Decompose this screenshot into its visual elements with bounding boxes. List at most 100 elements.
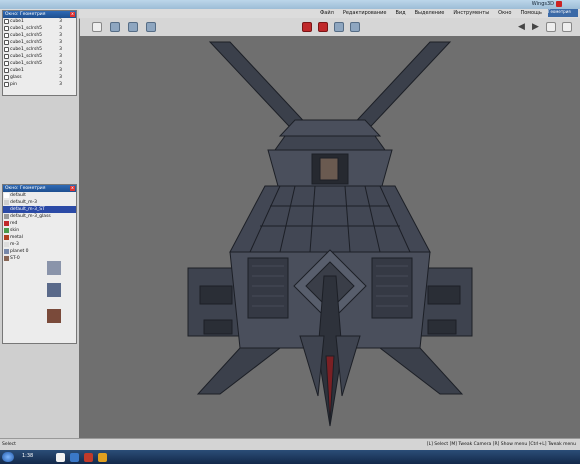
outliner-item[interactable]: pin 3 bbox=[3, 81, 76, 88]
menu-select[interactable]: Выделение bbox=[415, 10, 445, 16]
texture-thumbnail[interactable] bbox=[47, 261, 61, 275]
select-vertex-button[interactable] bbox=[92, 22, 102, 32]
outliner-item-count: 3 bbox=[59, 68, 62, 73]
taskbar-app-icon[interactable] bbox=[56, 453, 65, 462]
material-item[interactable]: default_m-3_ST bbox=[3, 206, 76, 213]
menu-help[interactable]: Помощь bbox=[520, 10, 541, 16]
outliner-item-label: cube1_sclrsh5 bbox=[10, 54, 43, 59]
select-edge-button[interactable] bbox=[110, 22, 120, 32]
materials-title: Окно: Геометрия bbox=[5, 186, 46, 191]
menu-file[interactable]: Файл bbox=[320, 10, 334, 16]
menu-tools[interactable]: Инструменты bbox=[453, 10, 489, 16]
window-title: Wings3D bbox=[531, 1, 554, 7]
outliner-item-count: 3 bbox=[59, 40, 62, 45]
left-panel: Окно: Геометрия x cube1 3 cube1_sclrsh5 3 cub… bbox=[0, 10, 79, 438]
material-item[interactable]: m-3 bbox=[3, 241, 76, 248]
zoom-button[interactable] bbox=[562, 22, 572, 32]
material-swatch bbox=[4, 256, 9, 261]
material-swatch bbox=[4, 193, 9, 198]
axes-button[interactable] bbox=[350, 22, 360, 32]
clock: 1:38 bbox=[22, 453, 34, 459]
outliner-item-count: 3 bbox=[59, 61, 62, 66]
material-item-label: default_m-3_ST bbox=[10, 207, 45, 212]
camera-button[interactable] bbox=[546, 22, 556, 32]
object-icon bbox=[4, 82, 9, 87]
material-item[interactable]: planet 0 bbox=[3, 248, 76, 255]
material-item[interactable]: default_m-3 bbox=[3, 199, 76, 206]
outliner-item[interactable]: cube1_sclrsh5 3 bbox=[3, 60, 76, 67]
menu-edit[interactable]: Редактирование bbox=[343, 10, 387, 16]
close-icon[interactable]: x bbox=[70, 186, 75, 191]
material-swatch bbox=[4, 235, 9, 240]
material-swatch bbox=[4, 242, 9, 247]
outliner-item[interactable]: glass 3 bbox=[3, 74, 76, 81]
material-item-label: metal bbox=[10, 235, 23, 240]
material-item[interactable]: default_m-3_glass bbox=[3, 213, 76, 220]
material-item[interactable]: default bbox=[3, 192, 76, 199]
material-item[interactable]: red bbox=[3, 220, 76, 227]
wire-icon[interactable] bbox=[334, 22, 344, 32]
material-item-label: default_m-3_glass bbox=[10, 214, 51, 219]
material-swatch bbox=[4, 228, 9, 233]
object-icon bbox=[4, 33, 9, 38]
outliner-item[interactable]: cube1 3 bbox=[3, 67, 76, 74]
material-item-label: planet 0 bbox=[10, 249, 29, 254]
status-mode: Select bbox=[2, 442, 16, 447]
menu-view[interactable]: Вид bbox=[395, 10, 405, 16]
close-icon[interactable]: x bbox=[70, 12, 75, 17]
outliner-item-count: 3 bbox=[59, 82, 62, 87]
material-item-label: default bbox=[10, 193, 26, 198]
object-icon bbox=[4, 68, 9, 73]
outliner-item[interactable]: cube1_sclrsh5 3 bbox=[3, 46, 76, 53]
model-render bbox=[187, 41, 473, 427]
select-face-button[interactable] bbox=[128, 22, 138, 32]
geometry-subwindow-tab[interactable]: Геометрия bbox=[548, 9, 578, 17]
texture-thumbnail[interactable] bbox=[47, 309, 61, 323]
outliner-item[interactable]: cube1_sclrsh5 3 bbox=[3, 25, 76, 32]
material-item[interactable]: ST-0 bbox=[3, 255, 76, 262]
outliner-item-label: cube1_sclrsh5 bbox=[10, 47, 43, 52]
toolbar: ◀ ▶ bbox=[80, 18, 580, 36]
taskbar-app-icon[interactable] bbox=[70, 453, 79, 462]
3d-viewport[interactable] bbox=[80, 36, 580, 438]
outliner-item[interactable]: cube1_sclrsh5 3 bbox=[3, 39, 76, 46]
material-swatch bbox=[4, 221, 9, 226]
outliner-item-count: 3 bbox=[59, 75, 62, 80]
material-item-label: m-3 bbox=[10, 242, 19, 247]
select-body-button[interactable] bbox=[146, 22, 156, 32]
object-icon bbox=[4, 54, 9, 59]
outliner-item-count: 3 bbox=[59, 47, 62, 52]
material-swatch bbox=[4, 249, 9, 254]
object-icon bbox=[4, 40, 9, 45]
menu-window[interactable]: Окно bbox=[498, 10, 511, 16]
outliner-item-count: 3 bbox=[59, 54, 62, 59]
outliner-item[interactable]: cube1_sclrsh5 3 bbox=[3, 53, 76, 60]
material-item[interactable]: skin bbox=[3, 227, 76, 234]
view-icon[interactable] bbox=[302, 22, 312, 32]
shade-icon[interactable] bbox=[318, 22, 328, 32]
outliner-item[interactable]: cube1_sclrsh5 3 bbox=[3, 32, 76, 39]
taskbar-app-icon[interactable] bbox=[84, 453, 93, 462]
start-button[interactable] bbox=[2, 452, 14, 462]
title-bar: Wings3D bbox=[0, 0, 580, 9]
object-icon bbox=[4, 19, 9, 24]
outliner-item-label: cube1_sclrsh5 bbox=[10, 33, 43, 38]
materials-list: default default_m-3 default_m-3_ST default_… bbox=[3, 192, 76, 262]
material-item[interactable]: metal bbox=[3, 234, 76, 241]
object-icon bbox=[4, 47, 9, 52]
material-item-label: skin bbox=[10, 228, 20, 233]
outliner-item-label: pin bbox=[10, 82, 17, 87]
material-item-label: default_m-3 bbox=[10, 200, 37, 205]
taskbar-app-icon[interactable] bbox=[98, 453, 107, 462]
texture-thumbnail[interactable] bbox=[47, 283, 61, 297]
status-hint: [L] Select [M] Tweak Camera [R] Show men… bbox=[426, 442, 576, 447]
outliner-item-label: cube1 bbox=[10, 68, 24, 73]
outliner-item-label: cube1 bbox=[10, 19, 24, 24]
main-menu: Файл Редактирование Вид Выделение Инстру… bbox=[320, 10, 542, 16]
app-logo-icon bbox=[556, 1, 562, 7]
back-arrow-icon[interactable]: ◀ bbox=[518, 22, 525, 32]
outliner-item[interactable]: cube1 3 bbox=[3, 18, 76, 25]
outliner-item-label: glass bbox=[10, 75, 22, 80]
material-swatch bbox=[4, 214, 9, 219]
forward-arrow-icon[interactable]: ▶ bbox=[532, 22, 539, 32]
